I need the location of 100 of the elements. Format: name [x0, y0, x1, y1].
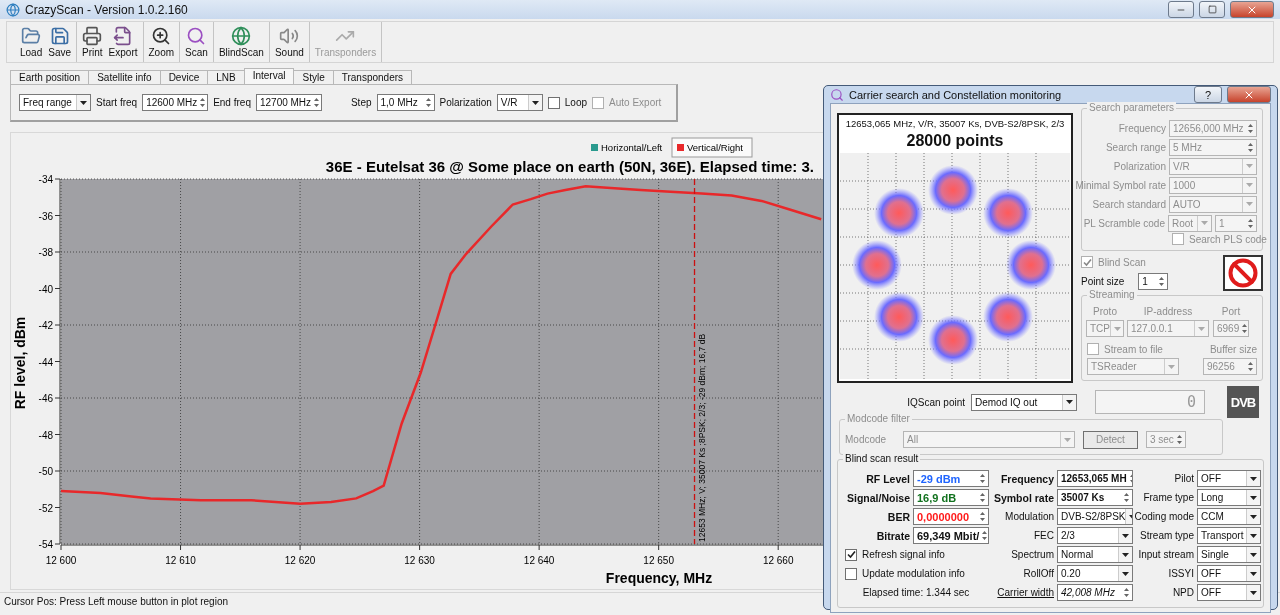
spin-field[interactable]: 16,9 dB [913, 489, 989, 506]
caret-icon[interactable] [1246, 528, 1260, 543]
stop-button[interactable] [1223, 255, 1263, 291]
caret-icon[interactable] [1118, 547, 1132, 562]
dropdown-field[interactable]: Transport [1197, 527, 1261, 544]
close-button[interactable] [1227, 86, 1271, 103]
spin-arrows-icon[interactable] [977, 490, 988, 505]
spin-arrows-icon[interactable] [1121, 490, 1132, 505]
dropdown-field[interactable]: 2/3 [1057, 527, 1133, 544]
dropdown-field[interactable]: 0.20 [1057, 565, 1133, 582]
spin-field[interactable]: 12653,065 MH [1057, 470, 1133, 487]
dropdown-field[interactable]: V/R [496, 94, 543, 111]
dropdown-field[interactable]: Long [1197, 489, 1261, 506]
close-button[interactable] [1230, 1, 1274, 18]
column-heading: IP-address [1143, 306, 1193, 317]
legend-label: Horizontal/Left [601, 142, 663, 153]
tab[interactable]: Device [159, 70, 209, 84]
search-icon [186, 26, 207, 46]
spin-arrows-icon[interactable] [1239, 321, 1248, 336]
field-label: Symbol rate [993, 491, 1054, 504]
spin-arrows-icon[interactable] [977, 471, 988, 486]
column-heading: Port [1221, 306, 1241, 317]
spin-arrows-icon[interactable] [311, 95, 321, 110]
toolbar-button[interactable]: Scan [182, 22, 211, 62]
tick-label: 12 610 [165, 555, 196, 566]
dropdown-field[interactable]: OFF [1197, 584, 1261, 601]
tab[interactable]: Transponders [332, 70, 413, 84]
toolbar-button[interactable]: Sound [271, 22, 307, 62]
tick-label: -50 [38, 466, 53, 477]
dropdown-field[interactable]: Demod IQ out [971, 393, 1077, 411]
checkbox[interactable] [845, 567, 857, 580]
caret-icon[interactable] [76, 95, 90, 110]
spin-field[interactable]: 35007 Ks [1057, 489, 1133, 506]
spin-field[interactable]: 12600 MHz [142, 94, 209, 111]
window-title: CrazyScan - Version 1.0.2.160 [25, 2, 189, 17]
tab[interactable]: Earth position [10, 70, 90, 84]
checkbox-label: Blind Scan [1098, 256, 1146, 268]
spin-arrows-icon[interactable] [977, 509, 988, 524]
caret-icon[interactable] [1062, 394, 1076, 410]
dialog-title: Carrier search and Constellation monitoring [849, 88, 1062, 101]
globe-icon [231, 26, 252, 46]
field-label: Buffer size [1209, 343, 1257, 355]
spin-arrows-icon[interactable] [1245, 359, 1256, 374]
toolbar-button[interactable]: BlindScan [215, 22, 267, 62]
field-label: Stream type [1140, 530, 1194, 541]
help-button[interactable]: ? [1194, 86, 1222, 103]
spin-field[interactable]: 12700 MHz [255, 94, 322, 111]
caret-icon[interactable] [1246, 566, 1260, 581]
group-title: Search parameters [1087, 102, 1177, 113]
spin-field[interactable]: 42,008 MHz [1057, 584, 1133, 601]
dropdown-field[interactable]: OFF [1197, 565, 1261, 582]
chart-title: 36E - Eutelsat 36 @ Some place on earth (50N, 36E). Elapsed time: 3. [325, 158, 814, 175]
tab[interactable]: Style [293, 70, 334, 84]
caret-icon[interactable] [1118, 566, 1132, 581]
field-label: Minimal Symbol rate [1075, 179, 1166, 191]
spin-arrows-icon[interactable] [979, 528, 988, 543]
tab[interactable]: Interval [243, 68, 295, 84]
caret-icon[interactable] [1118, 528, 1132, 543]
checkbox[interactable] [845, 548, 857, 561]
dropdown-field[interactable]: CCM [1197, 508, 1261, 525]
caret-icon[interactable] [1246, 585, 1260, 600]
spin-arrows-icon[interactable] [1121, 585, 1132, 600]
tick-label: -54 [38, 539, 53, 550]
spin-field[interactable]: 1 [1138, 272, 1169, 290]
spin-field[interactable]: -29 dBm [913, 470, 989, 487]
caret-icon[interactable] [1246, 547, 1260, 562]
toolbar-button[interactable]: Export [105, 22, 141, 62]
group-title: Modcode filter [845, 413, 912, 424]
field-label: Search range [1105, 141, 1166, 153]
tab[interactable]: LNB [207, 70, 245, 84]
globe-icon [6, 2, 20, 17]
maximize-icon [1207, 5, 1217, 14]
field-label: Start freq [96, 97, 138, 108]
dropdown-field[interactable]: Single [1197, 546, 1261, 563]
column-heading: Proto [1093, 306, 1117, 317]
field-label: BER [887, 510, 910, 523]
spin-field[interactable]: 69,349 Mbit/ [913, 527, 989, 544]
caret-icon[interactable] [1246, 490, 1260, 505]
maximize-button[interactable] [1199, 1, 1225, 18]
toolbar-button[interactable]: Load [17, 22, 46, 62]
spin-arrows-icon[interactable] [197, 95, 208, 110]
dropdown-field[interactable]: Normal [1057, 546, 1133, 563]
minimize-button[interactable] [1168, 1, 1194, 18]
toolbar-button[interactable]: Save [45, 22, 75, 62]
spin-field[interactable]: 1,0 MHz [376, 94, 435, 111]
tick-label: 12 640 [523, 555, 555, 566]
dropdown-field[interactable]: OFF [1197, 470, 1261, 487]
toolbar-button[interactable]: Zoom [145, 22, 178, 62]
caret-icon[interactable] [1246, 509, 1260, 524]
caret-icon[interactable] [527, 95, 542, 110]
toolbar-button[interactable]: Print [79, 22, 106, 62]
field-label: Input stream [1138, 549, 1194, 560]
spin-field[interactable]: 0,0000000 [913, 508, 989, 525]
field-label: Frequency [1118, 122, 1166, 134]
dropdown-field[interactable]: DVB-S2/8PSK [1057, 508, 1133, 525]
checkbox[interactable] [547, 96, 560, 109]
dropdown-field[interactable]: Freq range [19, 94, 91, 111]
zoom-in-icon [151, 26, 172, 46]
tab[interactable]: Satellite info [88, 70, 161, 84]
caret-icon[interactable] [1246, 471, 1260, 486]
